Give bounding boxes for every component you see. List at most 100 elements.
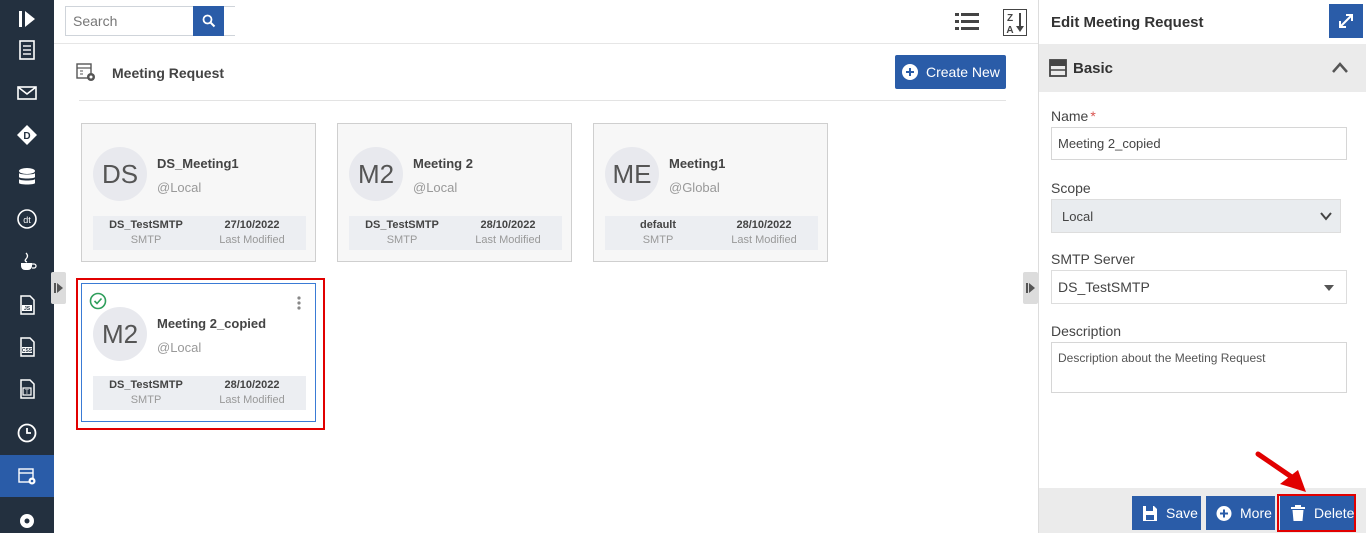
nav-item-scheduler[interactable]	[0, 412, 54, 454]
svg-text:T: T	[25, 390, 29, 396]
chevron-down-icon	[1320, 212, 1332, 221]
smtp-server-dropdown[interactable]: DS_TestSMTP	[1051, 270, 1347, 304]
chevron-right-icon	[1026, 283, 1035, 293]
right-panel-toggle[interactable]	[1023, 272, 1038, 304]
nav-item-meeting-request[interactable]	[0, 455, 54, 497]
basic-section-header[interactable]: Basic	[1039, 44, 1366, 92]
svg-text:CSS: CSS	[22, 348, 33, 354]
card-name: Meeting 2	[413, 156, 473, 171]
card-name: DS_Meeting1	[157, 156, 239, 171]
plus-circle-icon	[1216, 505, 1232, 521]
card-info: DS_TestSMTP SMTP 27/10/2022 Last Modified	[93, 216, 306, 250]
card-info: default SMTP 28/10/2022 Last Modified	[605, 216, 818, 250]
smtp-server-label: SMTP Server	[1051, 251, 1135, 267]
date-value: 28/10/2022	[736, 219, 792, 231]
description-textarea[interactable]: Description about the Meeting Request	[1051, 342, 1347, 393]
svg-text:JS: JS	[24, 306, 31, 312]
nav-item-css[interactable]: CSS	[0, 326, 54, 368]
search-icon	[202, 14, 215, 28]
card-scope: @Global	[669, 180, 720, 195]
avatar: DS	[93, 147, 147, 201]
card-scope: @Local	[157, 180, 202, 195]
create-new-button[interactable]: Create New	[895, 55, 1006, 89]
selection-highlight-box	[76, 278, 325, 430]
nav-item-template[interactable]: T	[0, 368, 54, 410]
meeting-card[interactable]: ME Meeting1 @Global default SMTP 28/10/20…	[593, 123, 828, 262]
form-icon	[1049, 59, 1067, 77]
caret-down-icon	[1324, 285, 1334, 291]
avatar: M2	[349, 147, 403, 201]
svg-text:D: D	[23, 131, 30, 142]
sort-za-icon[interactable]: ZA	[1003, 9, 1027, 36]
date-label: Last Modified	[475, 234, 541, 246]
panel-title: Edit Meeting Request	[1051, 14, 1204, 31]
scope-value: Local	[1062, 208, 1094, 224]
date-label: Last Modified	[731, 234, 797, 246]
date-label: Last Modified	[219, 234, 285, 246]
nav-item-email[interactable]	[0, 72, 54, 114]
smtp-label: SMTP	[642, 234, 674, 246]
nav-item-java[interactable]	[0, 240, 54, 282]
nav-item-datasource[interactable]: D	[0, 114, 54, 156]
panel-expand-icon	[19, 11, 35, 27]
smtp-value: DS_TestSMTP	[109, 219, 183, 231]
search-button[interactable]	[193, 6, 224, 36]
scope-select[interactable]: Local	[1051, 199, 1341, 233]
js-file-icon: JS	[20, 295, 35, 315]
left-nav-rail: D dt JS CSS T	[0, 0, 54, 533]
save-label: Save	[1166, 505, 1198, 521]
scope-label: Scope	[1051, 180, 1091, 196]
date-value: 28/10/2022	[480, 219, 536, 231]
document-list-icon	[19, 40, 35, 60]
annotation-arrow-icon	[1255, 451, 1306, 492]
required-mark: *	[1090, 108, 1096, 124]
date-value: 27/10/2022	[224, 219, 280, 231]
envelope-icon	[17, 86, 37, 100]
left-panel-toggle[interactable]	[51, 272, 66, 304]
nav-item-database[interactable]	[0, 156, 54, 198]
smtp-server-value: DS_TestSMTP	[1058, 279, 1150, 295]
expand-panel-button[interactable]	[1329, 4, 1363, 38]
expand-arrows-icon	[1339, 14, 1353, 28]
name-label: Name *	[1051, 108, 1096, 124]
template-file-icon: T	[20, 379, 35, 399]
meeting-card[interactable]: M2 Meeting 2 @Local DS_TestSMTP SMTP 28/1…	[337, 123, 572, 262]
meeting-card[interactable]: DS DS_Meeting1 @Local DS_TestSMTP SMTP 27…	[81, 123, 316, 262]
list-view-icon[interactable]	[954, 10, 980, 34]
header-divider	[79, 100, 1006, 101]
smtp-value: default	[639, 219, 677, 231]
dt-circle-icon: dt	[17, 209, 37, 229]
card-scope: @Local	[413, 180, 458, 195]
calendar-gear-icon	[18, 468, 36, 485]
svg-text:A: A	[1006, 25, 1013, 36]
card-info: DS_TestSMTP SMTP 28/10/2022 Last Modified	[349, 216, 562, 250]
gears-icon	[20, 514, 34, 528]
svg-text:Z: Z	[1007, 13, 1013, 24]
nav-item-datatype[interactable]: dt	[0, 198, 54, 240]
more-label: More	[1240, 505, 1272, 521]
section-title: Basic	[1073, 60, 1114, 77]
svg-text:dt: dt	[23, 215, 31, 225]
database-icon	[19, 168, 35, 185]
java-cup-icon	[21, 252, 37, 270]
nav-item-documents[interactable]	[0, 32, 54, 68]
nav-item-settings[interactable]	[0, 498, 54, 533]
chevron-right-icon	[54, 283, 63, 293]
chevron-up-icon	[1332, 62, 1348, 73]
plus-circle-icon	[902, 64, 918, 80]
avatar: ME	[605, 147, 659, 201]
top-toolbar: ZA	[54, 0, 1038, 44]
smtp-value: DS_TestSMTP	[365, 219, 439, 231]
smtp-label: SMTP	[386, 234, 418, 246]
meeting-request-icon	[76, 63, 95, 81]
name-input[interactable]	[1051, 127, 1347, 160]
create-new-label: Create New	[926, 64, 1000, 80]
css-file-icon: CSS	[20, 337, 35, 357]
more-button[interactable]: More	[1206, 496, 1275, 530]
nav-item-javascript[interactable]: JS	[0, 284, 54, 326]
save-button[interactable]: Save	[1132, 496, 1201, 530]
description-label: Description	[1051, 323, 1122, 339]
clock-icon	[17, 423, 37, 443]
smtp-label: SMTP	[130, 234, 162, 246]
delete-highlight-box	[1277, 494, 1356, 532]
